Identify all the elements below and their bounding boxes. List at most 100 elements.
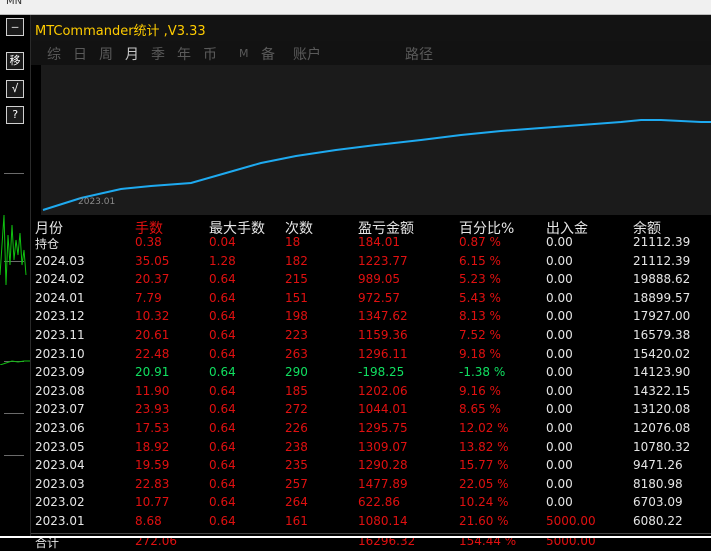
row-count: 223	[285, 328, 308, 342]
top-tab-label[interactable]: MN	[6, 0, 22, 7]
row-balance: 13120.08	[633, 402, 691, 417]
row-month: 2023.06	[35, 421, 85, 435]
row-cash-flow: 0.00	[546, 458, 573, 473]
table-row: 持仓 0.38 0.04 18 184.01 0.87 % 0.00 21112.39	[31, 235, 711, 252]
row-balance: 9471.26	[633, 458, 683, 473]
row-balance: 6080.22	[633, 514, 683, 528]
tab-backup[interactable]: 备	[261, 44, 275, 64]
row-month: 2024.02	[35, 272, 85, 287]
table-row: 2024.02 20.37 0.64 215 989.05 5.23 % 0.00 19888…	[31, 272, 711, 289]
row-pnl: 1159.36	[358, 328, 408, 342]
row-month: 2023.07	[35, 402, 85, 417]
row-percent: 15.77 %	[459, 458, 509, 473]
row-cash-flow: 0.00	[546, 253, 573, 268]
row-balance: 17927.00	[633, 309, 691, 324]
tab-day[interactable]: 日	[73, 44, 87, 64]
row-month: 2023.08	[35, 383, 85, 398]
row-balance: 10780.32	[633, 439, 691, 454]
row-month: 2023.01	[35, 514, 85, 528]
help-icon[interactable]: ?	[6, 106, 24, 124]
row-count: 198	[285, 309, 308, 324]
row-lots: 20.91	[135, 365, 170, 380]
grid-dash	[4, 455, 24, 456]
row-percent: 0.87 %	[459, 235, 501, 249]
tab-overview[interactable]: 综	[47, 44, 61, 64]
tab-path[interactable]: 路径	[405, 44, 433, 64]
minimize-icon[interactable]: —	[6, 18, 24, 36]
table-row: 2023.01 8.68 0.64 161 1080.14 21.60 % 5000.00 6…	[31, 514, 711, 531]
row-max-lots: 0.64	[209, 328, 236, 342]
row-month: 2024.03	[35, 253, 85, 268]
row-max-lots: 0.64	[209, 383, 236, 398]
row-cash-flow: 0.00	[546, 476, 573, 491]
row-balance: 14322.15	[633, 383, 691, 398]
tab-week[interactable]: 周	[99, 44, 113, 64]
row-balance: 12076.08	[633, 421, 691, 435]
table-header: 月份 手数 最大手数 次数 盈亏金额 百分比% 出入金 余额	[31, 218, 711, 237]
tab-currency[interactable]: 币	[203, 44, 217, 64]
row-max-lots: 0.64	[209, 514, 236, 528]
row-count: 238	[285, 439, 308, 454]
table-row: 2023.11 20.61 0.64 223 1159.36 7.52 % 0.00 1657…	[31, 328, 711, 345]
grid-dash	[4, 173, 24, 174]
row-pnl: 1347.62	[358, 309, 408, 324]
row-percent: 7.52 %	[459, 328, 501, 342]
check-icon[interactable]: √	[6, 80, 24, 98]
window-title: MTCommander统计 ,V3.33	[35, 24, 206, 39]
row-max-lots: 1.28	[209, 253, 236, 268]
row-max-lots: 0.64	[209, 290, 236, 305]
row-month: 2023.05	[35, 439, 85, 454]
balance-chart: 2023.01	[41, 65, 711, 215]
row-pnl: 1044.01	[358, 402, 408, 417]
row-pnl: 1080.14	[358, 514, 408, 528]
row-max-lots: 0.64	[209, 439, 236, 454]
tab-quarter[interactable]: 季	[151, 44, 165, 64]
row-lots: 0.38	[135, 235, 162, 249]
move-icon[interactable]: 移	[6, 52, 24, 70]
row-max-lots: 0.64	[209, 346, 236, 361]
row-month: 持仓	[35, 237, 60, 251]
row-pnl: 622.86	[358, 495, 400, 510]
row-cash-flow: 0.00	[546, 272, 573, 287]
row-balance: 8180.98	[633, 476, 683, 491]
row-balance: 15420.02	[633, 346, 691, 361]
row-pnl: 184.01	[358, 235, 400, 249]
row-lots: 20.61	[135, 328, 170, 342]
row-lots: 8.68	[135, 514, 162, 528]
row-month: 2023.02	[35, 495, 85, 510]
row-cash-flow: 0.00	[546, 290, 573, 305]
table-row: 2024.01 7.79 0.64 151 972.57 5.43 % 0.00 18899.…	[31, 291, 711, 308]
row-cash-flow: 0.00	[546, 365, 573, 380]
row-percent: 8.13 %	[459, 309, 501, 324]
row-percent: 12.02 %	[459, 421, 509, 435]
row-percent: -1.38 %	[459, 365, 506, 380]
row-lots: 7.79	[135, 290, 162, 305]
tab-year[interactable]: 年	[177, 44, 191, 64]
row-count: 185	[285, 383, 308, 398]
row-pnl: 1223.77	[358, 253, 408, 268]
row-count: 226	[285, 421, 308, 435]
row-pnl: 972.57	[358, 290, 400, 305]
row-cash-flow: 0.00	[546, 346, 573, 361]
row-lots: 23.93	[135, 402, 170, 417]
row-lots: 18.92	[135, 439, 170, 454]
row-max-lots: 0.64	[209, 365, 236, 380]
row-percent: 5.23 %	[459, 272, 501, 287]
table-row: 2023.08 11.90 0.64 185 1202.06 9.16 % 0.00 1432…	[31, 384, 711, 401]
row-pnl: 1309.07	[358, 439, 408, 454]
tab-m[interactable]: M	[239, 47, 249, 60]
tab-month[interactable]: 月	[125, 44, 139, 64]
row-percent: 21.60 %	[459, 514, 509, 528]
row-count: 290	[285, 365, 308, 380]
table-row: 2023.03 22.83 0.64 257 1477.89 22.05 % 0.00 818…	[31, 477, 711, 494]
grid-dash	[4, 413, 24, 414]
row-count: 18	[285, 235, 301, 249]
row-lots: 19.59	[135, 458, 170, 473]
row-balance: 18899.57	[633, 290, 691, 305]
table-row: 2023.10 22.48 0.64 263 1296.11 9.18 % 0.00 1542…	[31, 347, 711, 364]
tab-account[interactable]: 账户	[293, 44, 321, 64]
tab-bar: 综 日 周 月 季 年 币 M 备 账户 路径	[31, 41, 711, 65]
table-row: 2024.03 35.05 1.28 182 1223.77 6.15 % 0.00 2111…	[31, 254, 711, 271]
row-pnl: 1296.11	[358, 346, 408, 361]
row-balance: 21112.39	[633, 235, 691, 249]
